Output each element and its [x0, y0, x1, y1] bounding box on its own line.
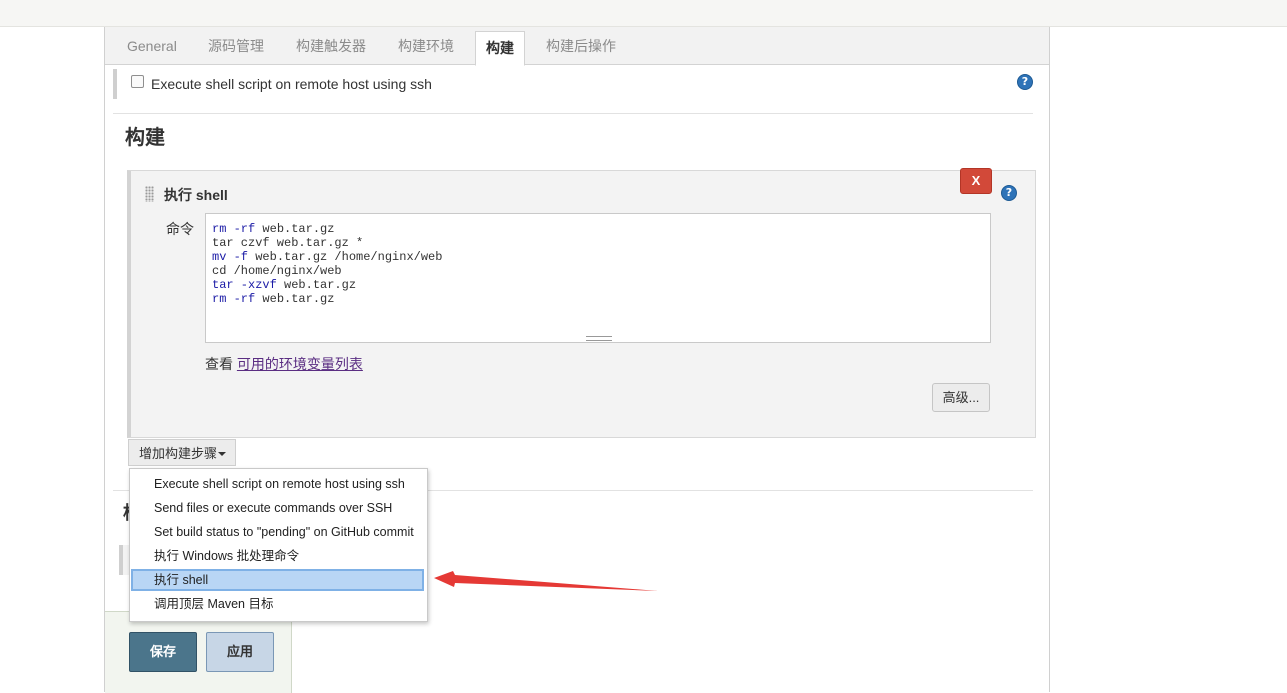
- arrow-icon: [434, 571, 658, 591]
- red-arrow-annotation: [434, 571, 658, 591]
